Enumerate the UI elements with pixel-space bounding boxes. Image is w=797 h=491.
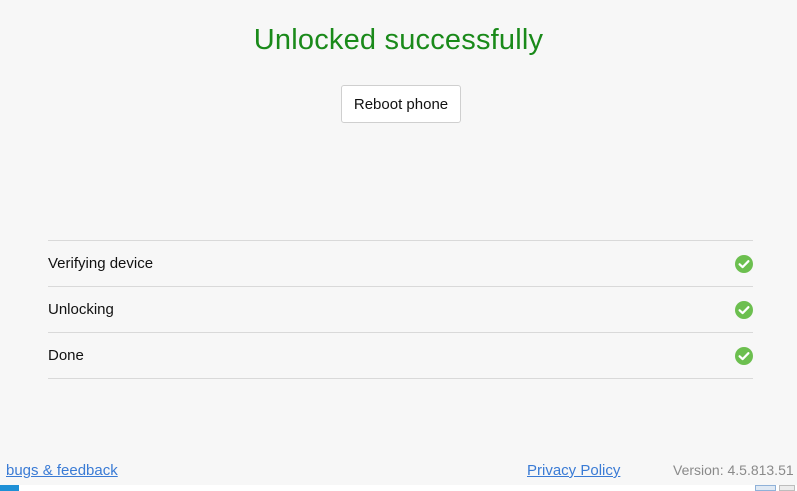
taskbar-button[interactable]: [755, 485, 776, 491]
step-label: Verifying device: [48, 255, 154, 272]
progress-steps-list: Verifying device Unlocking Done: [48, 240, 753, 379]
step-row-unlocking: Unlocking: [48, 287, 753, 333]
privacy-policy-link[interactable]: Privacy Policy: [527, 462, 620, 479]
taskbar-strip: [0, 485, 797, 491]
check-circle-icon: [735, 346, 753, 365]
taskbar-button[interactable]: [779, 485, 795, 491]
reboot-phone-button[interactable]: Reboot phone: [341, 85, 461, 123]
step-label: Unlocking: [48, 301, 114, 318]
version-label: Version: 4.5.813.51: [673, 462, 794, 478]
page-title: Unlocked successfully: [253, 24, 544, 56]
step-label: Done: [48, 347, 84, 364]
taskbar-start-accent[interactable]: [0, 485, 19, 491]
check-circle-icon: [735, 254, 753, 273]
step-row-done: Done: [48, 333, 753, 379]
step-row-verifying-device: Verifying device: [48, 241, 753, 287]
bugs-feedback-link[interactable]: bugs & feedback: [6, 462, 118, 479]
unlock-window: Unlocked successfully Reboot phone Verif…: [0, 0, 797, 491]
check-circle-icon: [735, 300, 753, 319]
